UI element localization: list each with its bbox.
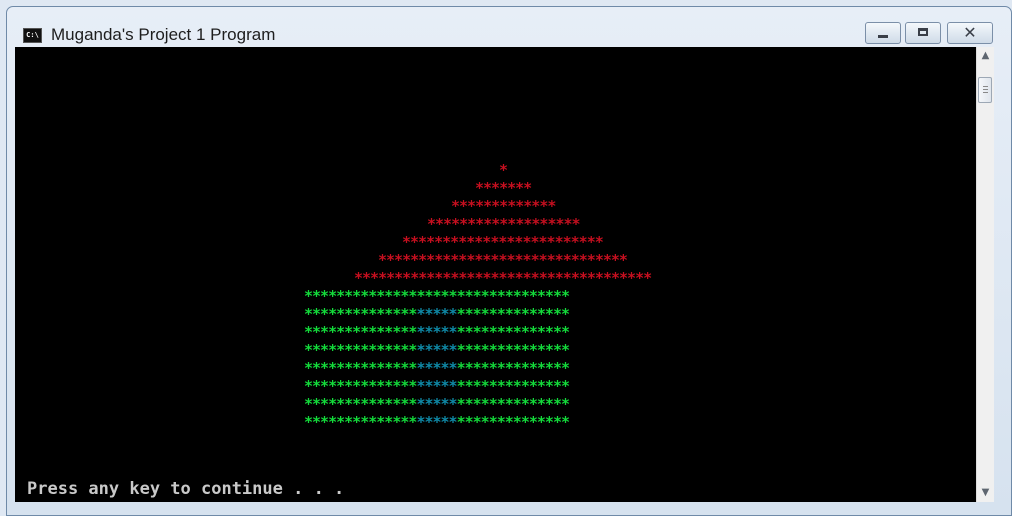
wall-left-segment: ************** xyxy=(304,323,417,341)
wall-right-segment: ************** xyxy=(456,305,570,323)
wall-row: ********************************* xyxy=(304,359,570,377)
minimize-icon xyxy=(878,35,888,38)
wall-right-segment: ************** xyxy=(456,341,570,359)
roof-row: ************************************* xyxy=(354,269,652,287)
wall-left-segment: ************** xyxy=(304,395,417,413)
roof-row: ******* xyxy=(475,179,532,197)
door-segment: ***** xyxy=(416,305,457,323)
wall-right-segment: ************** xyxy=(456,413,570,431)
scroll-up-arrow-icon[interactable]: ▲ xyxy=(977,47,994,65)
close-icon: ✕ xyxy=(963,23,977,42)
door-segment: ***** xyxy=(416,377,457,395)
door-segment: ***** xyxy=(416,395,457,413)
scroll-thumb[interactable] xyxy=(978,77,992,103)
wall-row: ********************************* xyxy=(304,323,570,341)
roof-row: ******************* xyxy=(427,215,581,233)
door-segment: ***** xyxy=(416,341,457,359)
close-button[interactable]: ✕ xyxy=(947,22,993,44)
wall-right-segment: ************** xyxy=(456,323,570,341)
roof-row: ************************* xyxy=(402,233,604,251)
console-output[interactable]: * ******* ************* ****************… xyxy=(15,47,976,502)
wall-row: ********************************* xyxy=(304,413,570,431)
window-title: Muganda's Project 1 Program xyxy=(51,25,276,44)
wall-left-segment: ************** xyxy=(304,305,417,323)
wall-left-segment: ************** xyxy=(304,359,417,377)
roof-row: * xyxy=(499,161,508,179)
door-segment: ***** xyxy=(416,359,457,377)
door-segment: ***** xyxy=(416,413,457,431)
maximize-icon xyxy=(918,28,928,36)
wall-row: ********************************* xyxy=(304,305,570,323)
wall-right-segment: ************** xyxy=(456,395,570,413)
wall-row: ********************************* xyxy=(304,377,570,395)
scroll-down-arrow-icon[interactable]: ▼ xyxy=(977,484,994,502)
door-segment: ***** xyxy=(416,323,457,341)
wall-row: ********************************* xyxy=(304,341,570,359)
vertical-scrollbar[interactable]: ▲ ▼ xyxy=(976,47,994,502)
wall-right-segment: ************** xyxy=(456,287,570,305)
wall-row: ********************************* xyxy=(304,287,570,305)
wall-right-segment: ************** xyxy=(456,359,570,377)
wall-left-segment: ************** xyxy=(304,377,417,395)
wall-row: ********************************* xyxy=(304,395,570,413)
wall-left-segment: ************** xyxy=(304,341,417,359)
title-bar[interactable]: C:\ Muganda's Project 1 Program ✕ xyxy=(7,7,1011,51)
wall-top-segment: ***** xyxy=(416,287,457,305)
continue-prompt: Press any key to continue . . . xyxy=(27,479,345,499)
wall-right-segment: ************** xyxy=(456,377,570,395)
wall-left-segment: ************** xyxy=(304,287,417,305)
console-app-icon[interactable]: C:\ xyxy=(23,28,42,43)
roof-row: ******************************* xyxy=(378,251,628,269)
roof-row: ************* xyxy=(451,197,556,215)
maximize-button[interactable] xyxy=(905,22,941,44)
wall-left-segment: ************** xyxy=(304,413,417,431)
minimize-button[interactable] xyxy=(865,22,901,44)
